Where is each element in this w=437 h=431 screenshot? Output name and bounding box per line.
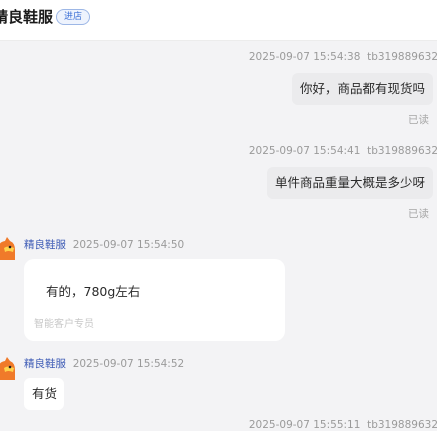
incoming-message-bubble[interactable]: 有的，780g左右 智能客户专员: [24, 259, 285, 341]
message-text: 你好，商品都有现货吗: [299, 81, 425, 96]
message-text: 有的，780g左右: [46, 284, 141, 299]
outgoing-message-bubble[interactable]: 单件商品重量大概是多少呀: [266, 167, 433, 199]
sender-name: 精良鞋服: [24, 239, 66, 251]
message-text: 单件商品重量大概是多少呀: [274, 175, 425, 190]
read-status: 已读: [408, 208, 429, 220]
shop-avatar-icon[interactable]: [0, 236, 16, 260]
message-timestamp: 2025-09-07 15:54:38: [248, 51, 361, 63]
message-meta: 2025-09-07 15:54:41 tb319889632: [249, 145, 437, 157]
message-text: 有货: [32, 386, 58, 401]
enter-shop-button[interactable]: 进店: [56, 9, 91, 25]
read-status: 已读: [408, 114, 429, 126]
chat-header: 精良鞋服 进店: [0, 0, 437, 41]
message-meta: 2025-09-07 15:55:11 tb319889632: [249, 419, 437, 431]
message-timestamp: 2025-09-07 15:55:11: [248, 419, 361, 431]
message-timestamp: 2025-09-07 15:54:41: [248, 145, 361, 157]
sender-name: 精良鞋服: [24, 358, 66, 370]
message-timestamp: 2025-09-07 15:54:52: [72, 358, 185, 370]
message-meta: 精良鞋服 2025-09-07 15:54:50: [24, 237, 184, 252]
message-meta: 2025-09-07 15:54:38 tb319889632: [249, 51, 437, 63]
shop-name: 精良鞋服: [0, 8, 54, 26]
message-timestamp: 2025-09-07 15:54:50: [72, 239, 185, 251]
shop-avatar-icon[interactable]: [0, 356, 16, 380]
agent-note: 智能客户专员: [34, 319, 94, 330]
message-username: tb319889632: [367, 419, 437, 431]
message-username: tb319889632: [367, 51, 437, 63]
message-meta: 精良鞋服 2025-09-07 15:54:52: [24, 356, 184, 371]
incoming-message-bubble[interactable]: 有货: [24, 378, 64, 410]
message-username: tb319889632: [367, 145, 437, 157]
outgoing-message-bubble[interactable]: 你好，商品都有现货吗: [291, 73, 433, 105]
